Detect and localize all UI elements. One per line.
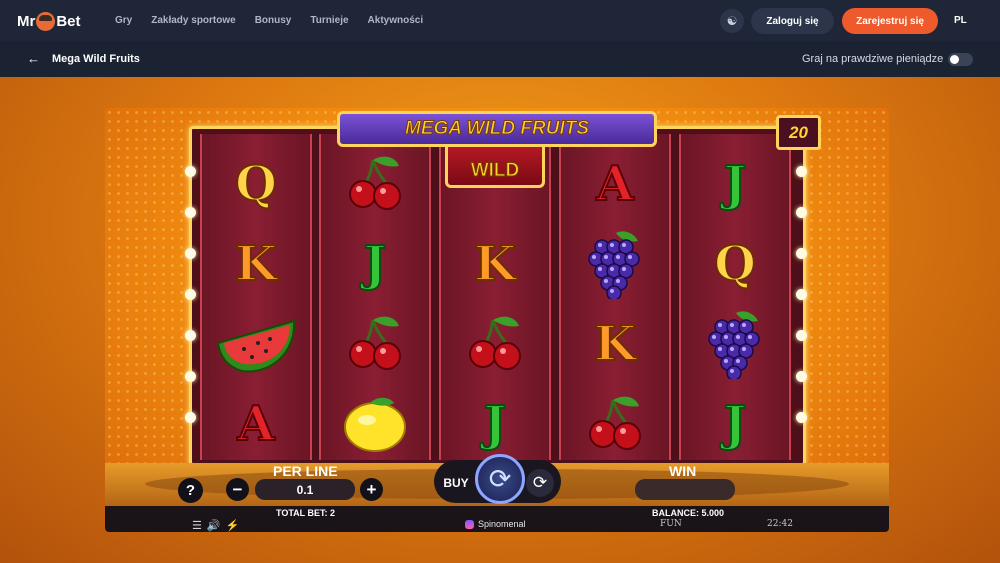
cherries-icon xyxy=(321,144,429,224)
symbol-letter: K xyxy=(234,235,278,293)
arrow-left-icon[interactable]: ← xyxy=(27,51,40,66)
nav-item-tournaments[interactable]: Turnieje xyxy=(310,15,348,26)
nav-item-sports[interactable]: Zakłady sportowe xyxy=(151,15,235,26)
turbo-icon[interactable]: ⚡ xyxy=(226,519,240,532)
symbol-k: K xyxy=(561,304,669,384)
symbol-letter: A xyxy=(236,395,275,453)
game-title-banner: MEGA WILD FRUITS xyxy=(337,111,657,147)
help-button[interactable]: ? xyxy=(178,478,203,503)
main-nav: Gry Zakłady sportowe Bonusy Turnieje Akt… xyxy=(115,0,442,41)
reel-3: WILD K J xyxy=(439,134,551,460)
right-light-bulbs xyxy=(796,166,807,453)
lemon-icon xyxy=(321,384,429,464)
register-button[interactable]: Zarejestruj się xyxy=(842,8,938,34)
reel-2: J xyxy=(319,134,431,460)
slot-game-frame[interactable]: Q K A J WILD K J A K J Q J MEGA WILD FRUITS 20 ? PE… xyxy=(105,108,889,532)
per-line-label: PER LINE xyxy=(273,463,338,479)
grapes-icon xyxy=(561,224,669,304)
logo-text-mr: Mr xyxy=(17,12,36,30)
watermelon-icon xyxy=(202,304,310,384)
logo-face-icon xyxy=(36,11,56,31)
left-light-bulbs xyxy=(185,166,196,453)
real-money-label: Graj na prawdziwe pieniądze xyxy=(802,53,944,65)
reel-5: JQJ xyxy=(679,134,791,460)
symbol-letter: J xyxy=(483,395,508,453)
provider-name: Spinomenal xyxy=(478,519,526,529)
grapes-icon xyxy=(681,304,789,384)
cherries-icon xyxy=(441,304,549,384)
autoplay-icon: ⟳ xyxy=(532,473,548,492)
symbol-letter: J xyxy=(723,155,748,213)
mrbet-logo[interactable]: Mr Bet xyxy=(17,11,81,31)
logo-text-bet: Bet xyxy=(56,12,81,30)
provider-logo: Spinomenal xyxy=(465,519,526,529)
cherries-icon xyxy=(321,304,429,384)
lines-count-badge: 20 xyxy=(776,115,821,150)
balance-text: BALANCE: 5.000 xyxy=(652,508,725,518)
spin-button[interactable]: ⟳ xyxy=(475,454,525,504)
symbol-letter: Q xyxy=(234,155,278,213)
language-selector[interactable]: PL xyxy=(954,15,967,26)
nav-item-gry[interactable]: Gry xyxy=(115,15,132,26)
clock-text: 22:42 xyxy=(767,519,793,529)
game-header-bar: ← Mega Wild Fruits Graj na prawdziwe pie… xyxy=(0,41,1000,77)
game-title: Mega Wild Fruits xyxy=(52,53,140,65)
symbol-j: J xyxy=(321,224,429,304)
win-label: WIN xyxy=(669,463,697,479)
symbol-letter: A xyxy=(595,155,634,213)
symbol-q: Q xyxy=(681,224,789,304)
real-money-toggle[interactable] xyxy=(948,53,973,66)
symbol-k: K xyxy=(202,224,310,304)
symbol-a: A xyxy=(202,384,310,464)
autoplay-button[interactable]: ⟳ xyxy=(526,469,554,497)
symbol-j: J xyxy=(441,384,549,464)
symbol-q: Q xyxy=(202,144,310,224)
symbol-letter: J xyxy=(723,395,748,453)
symbol-letter: Q xyxy=(713,235,757,293)
bet-decrease-button[interactable]: − xyxy=(226,478,249,501)
symbol-letter: J xyxy=(363,235,388,293)
buy-feature-button[interactable]: BUY xyxy=(434,472,478,494)
symbol-letter: K xyxy=(593,315,637,373)
bet-increase-button[interactable]: + xyxy=(360,478,383,501)
nav-item-bonuses[interactable]: Bonusy xyxy=(255,15,292,26)
support-headset-icon[interactable]: ☯ xyxy=(720,9,744,33)
bet-value-display: 0.1 xyxy=(255,479,355,500)
top-navbar: Mr Bet Gry Zakłady sportowe Bonusy Turni… xyxy=(0,0,1000,41)
mode-text: FUN xyxy=(660,519,682,529)
symbol-k: K xyxy=(441,224,549,304)
nav-item-activities[interactable]: Aktywności xyxy=(368,15,424,26)
symbol-j: J xyxy=(681,384,789,464)
symbol-letter: K xyxy=(473,235,517,293)
win-value-display xyxy=(635,479,735,500)
menu-icon[interactable]: ☰ xyxy=(192,519,202,532)
spinomenal-icon xyxy=(465,519,474,529)
game-options-icons: ☰ 🔊 ⚡ xyxy=(192,519,239,532)
cherries-icon xyxy=(561,384,669,464)
login-button[interactable]: Zaloguj się xyxy=(751,8,834,34)
sound-icon[interactable]: 🔊 xyxy=(207,519,221,532)
symbol-j: J xyxy=(681,144,789,224)
total-bet-text: TOTAL BET: 2 xyxy=(276,508,336,518)
spin-icon: ⟳ xyxy=(488,463,512,494)
reel-4: AK xyxy=(559,134,671,460)
wild-label: WILD xyxy=(470,160,520,182)
reel-1: QK A xyxy=(200,134,312,460)
symbol-a: A xyxy=(561,144,669,224)
